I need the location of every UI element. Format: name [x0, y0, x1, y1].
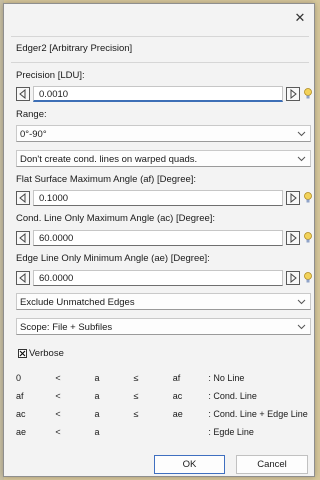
lightbulb-icon[interactable] — [303, 87, 313, 101]
right-arrow-icon — [290, 233, 297, 243]
af-row: 0.1000 — [16, 190, 313, 206]
legend-cell: : Egde Line — [208, 427, 254, 437]
cancel-button[interactable]: Cancel — [236, 455, 308, 474]
legend-cell: : Cond. Line — [208, 391, 257, 401]
right-arrow-icon — [290, 193, 297, 203]
legend-cell: ≤ — [133, 391, 139, 401]
lightbulb-icon[interactable] — [303, 191, 313, 205]
warped-quads-combo[interactable]: Don't create cond. lines on warped quads… — [16, 150, 311, 167]
legend-cell: < — [55, 409, 61, 419]
legend-cell: ac — [16, 409, 26, 419]
legend-cell: ac — [172, 391, 183, 401]
verbose-checkbox[interactable] — [18, 349, 27, 358]
left-arrow-icon — [19, 273, 26, 283]
close-icon: ✕ — [294, 10, 306, 25]
dialog-title: Edger2 [Arbitrary Precision] — [11, 36, 309, 63]
legend-cell: < — [55, 373, 61, 383]
verbose-label: Verbose — [29, 348, 64, 359]
right-arrow-icon — [290, 89, 297, 99]
lightbulb-icon[interactable] — [303, 271, 313, 285]
ae-input[interactable]: 60.0000 — [33, 270, 283, 286]
af-decrement-button[interactable] — [16, 191, 30, 205]
lightbulb-icon[interactable] — [303, 231, 313, 245]
ac-increment-button[interactable] — [286, 231, 300, 245]
ac-decrement-button[interactable] — [16, 231, 30, 245]
legend-cell: : No Line — [208, 373, 245, 383]
precision-label: Precision [LDU]: — [16, 70, 85, 81]
left-arrow-icon — [19, 89, 26, 99]
edger2-dialog: ✕ Edger2 [Arbitrary Precision] Precision… — [3, 3, 315, 477]
unmatched-edges-combo[interactable]: Exclude Unmatched Edges — [16, 293, 311, 310]
precision-row: 0.0010 — [16, 86, 313, 102]
ac-input[interactable]: 60.0000 — [33, 230, 283, 246]
legend-cell — [173, 423, 209, 441]
af-input[interactable]: 0.1000 — [33, 190, 283, 206]
legend-cell: : Cond. Line + Edge Line — [208, 409, 308, 419]
legend-row: ac < a ≤ ae : Cond. Line + Edge Line — [16, 405, 314, 423]
range-label: Range: — [16, 109, 47, 120]
legend-cell: ≤ — [133, 409, 139, 419]
warped-quads-value: Don't create cond. lines on warped quads… — [20, 154, 198, 165]
legend-cell: a — [94, 391, 100, 401]
legend-cell: a — [94, 427, 100, 437]
legend-cell: ≤ — [133, 373, 139, 383]
legend-cell: af — [172, 373, 181, 383]
unmatched-edges-value: Exclude Unmatched Edges — [20, 297, 135, 308]
close-button[interactable]: ✕ — [292, 10, 308, 26]
legend-cell — [134, 423, 173, 441]
chevron-down-icon — [297, 324, 306, 330]
check-x-icon — [19, 350, 26, 357]
legend-cell: 0 — [16, 373, 22, 383]
ok-button[interactable]: OK — [154, 455, 225, 474]
precision-input[interactable]: 0.0010 — [33, 86, 283, 102]
ae-label: Edge Line Only Minimum Angle (ae) [Degre… — [16, 253, 210, 264]
legend-row: 0 < a ≤ af : No Line — [16, 369, 314, 387]
range-value: 0°-90° — [20, 129, 47, 140]
precision-decrement-button[interactable] — [16, 87, 30, 101]
legend-cell: a — [94, 409, 100, 419]
chevron-down-icon — [297, 131, 306, 137]
right-arrow-icon — [290, 273, 297, 283]
verbose-checkbox-row[interactable]: Verbose — [18, 348, 64, 359]
legend-cell: < — [55, 391, 61, 401]
legend-cell: af — [16, 391, 24, 401]
legend-cell: ae — [172, 409, 183, 419]
legend-cell: < — [55, 427, 61, 437]
legend-row: ae < a : Egde Line — [16, 423, 314, 441]
precision-increment-button[interactable] — [286, 87, 300, 101]
left-arrow-icon — [19, 233, 26, 243]
legend-row: af < a ≤ ac : Cond. Line — [16, 387, 314, 405]
chevron-down-icon — [297, 156, 306, 162]
left-arrow-icon — [19, 193, 26, 203]
ae-row: 60.0000 — [16, 270, 313, 286]
angle-legend-table: 0 < a ≤ af: No Line af < a ≤ ac: Cond. Line ac < a ≤ a… — [16, 369, 314, 441]
ae-increment-button[interactable] — [286, 271, 300, 285]
af-label: Flat Surface Maximum Angle (af) [Degree]… — [16, 174, 197, 185]
af-increment-button[interactable] — [286, 191, 300, 205]
scope-combo[interactable]: Scope: File + Subfiles — [16, 318, 311, 335]
range-combo[interactable]: 0°-90° — [16, 125, 311, 142]
legend-cell: a — [94, 373, 100, 383]
legend-cell: ae — [16, 427, 27, 437]
ac-label: Cond. Line Only Maximum Angle (ac) [Degr… — [16, 213, 216, 224]
ae-decrement-button[interactable] — [16, 271, 30, 285]
scope-value: Scope: File + Subfiles — [20, 322, 113, 333]
chevron-down-icon — [297, 299, 306, 305]
ac-row: 60.0000 — [16, 230, 313, 246]
